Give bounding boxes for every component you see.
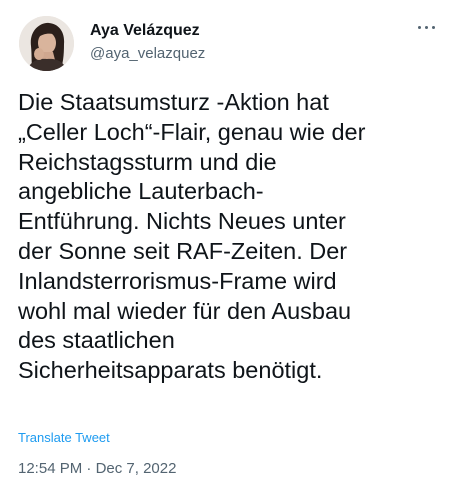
tweet-text-line: des staatlichen bbox=[18, 327, 175, 354]
profile-photo-icon bbox=[19, 16, 74, 71]
tweet-timestamp[interactable]: 12:54 PM · Dec 7, 2022 bbox=[18, 460, 176, 477]
timestamp-separator: · bbox=[86, 460, 92, 477]
tweet-text-line: „Celler Loch“-Flair, genau wie der bbox=[18, 118, 366, 145]
tweet-date: Dec 7, 2022 bbox=[95, 460, 177, 477]
translate-tweet-link[interactable]: Translate Tweet bbox=[18, 430, 110, 445]
more-horizontal-icon[interactable] bbox=[416, 22, 438, 32]
tweet-text-line: Sicherheitsapparats benötigt. bbox=[18, 357, 323, 384]
tweet-text-line: Die Staatsumsturz -Aktion hat bbox=[18, 89, 329, 115]
tweet-text-line: Reichstagssturm und die bbox=[18, 148, 277, 175]
tweet-text-line: Inlandsterrorismus-Frame wird bbox=[18, 267, 337, 294]
tweet-card: Aya Velázquez @aya_velazquez Die Staatsu… bbox=[0, 0, 449, 500]
tweet-text-line: wohl mal wieder für den Ausbau bbox=[18, 297, 352, 324]
tweet-time: 12:54 PM bbox=[18, 460, 83, 477]
avatar[interactable] bbox=[19, 16, 74, 71]
display-name[interactable]: Aya Velázquez bbox=[90, 22, 200, 40]
tweet-text-line: der Sonne seit RAF-Zeiten. Der bbox=[18, 237, 348, 264]
tweet-text-line: Entführung. Nichts Neues unter bbox=[18, 208, 346, 235]
tweet-text: Die Staatsumsturz -Aktion hat „Celler Lo… bbox=[18, 88, 438, 386]
tweet-text-line: angebliche Lauterbach- bbox=[18, 178, 264, 205]
user-handle[interactable]: @aya_velazquez bbox=[90, 45, 205, 62]
